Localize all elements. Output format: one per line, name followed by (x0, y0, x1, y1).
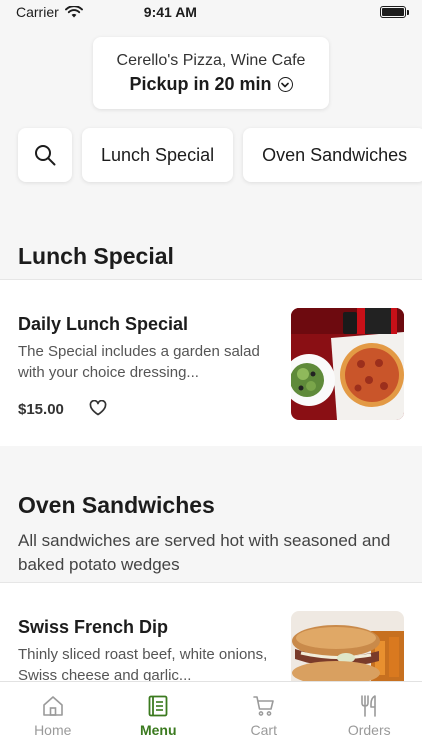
menu-icon (148, 695, 168, 717)
menu-item-daily-lunch-special[interactable]: Daily Lunch Special The Special includes… (0, 279, 422, 446)
nav-label: Cart (250, 722, 277, 738)
lunch-special-photo (291, 308, 404, 420)
carrier-label: Carrier (16, 4, 59, 20)
nav-tab-cart[interactable]: Cart (211, 682, 317, 750)
heart-icon[interactable] (89, 400, 107, 416)
section-header-lunch-special: Lunch Special (0, 243, 422, 270)
nav-label: Orders (347, 722, 391, 738)
nav-label: Menu (139, 722, 177, 738)
chevron-down-icon (277, 77, 293, 92)
pickup-row: Pickup in 20 min (93, 74, 329, 95)
wifi-icon (64, 6, 83, 18)
item-description: Thinly sliced roast beef, white onions, … (18, 646, 268, 684)
category-bar: Lunch Special Oven Sandwiches (18, 128, 422, 182)
battery-icon (379, 6, 409, 18)
section-title: Oven Sandwiches (18, 492, 215, 518)
pickup-location-selector[interactable]: Cerello's Pizza, Wine Cafe Pickup in 20 … (93, 37, 329, 109)
nav-tab-menu[interactable]: Menu (106, 682, 212, 750)
category-chip-oven-sandwiches[interactable]: Oven Sandwiches (243, 128, 422, 182)
section-description: All sandwiches are served hot with seaso… (18, 531, 391, 574)
category-chip-lunch-special[interactable]: Lunch Special (82, 128, 234, 182)
pickup-time: Pickup in 20 min (129, 74, 272, 94)
item-description: The Special includes a garden salad with… (18, 343, 260, 381)
search-icon (35, 145, 56, 166)
search-button[interactable] (18, 128, 72, 182)
status-time: 9:41 AM (143, 4, 197, 20)
restaurant-name: Cerello's Pizza, Wine Cafe (116, 52, 306, 69)
nav-tab-home[interactable]: Home (0, 682, 106, 750)
swiss-french-dip-photo (291, 611, 404, 682)
section-title: Lunch Special (18, 243, 174, 269)
cart-icon (252, 696, 274, 716)
status-left: Carrier (16, 4, 83, 20)
status-bar: Carrier 9:41 AM (0, 0, 422, 24)
item-name: Swiss French Dip (18, 617, 169, 637)
section-header-oven-sandwiches: Oven Sandwiches All sandwiches are serve… (0, 492, 422, 577)
item-price: $15.00 (18, 401, 64, 418)
item-name: Daily Lunch Special (18, 314, 189, 334)
orders-icon (361, 695, 377, 717)
home-icon (42, 696, 63, 716)
nav-label: Home (34, 722, 72, 738)
nav-tab-orders[interactable]: Orders (317, 682, 422, 750)
bottom-nav: Home Menu Cart Orders (0, 681, 422, 750)
